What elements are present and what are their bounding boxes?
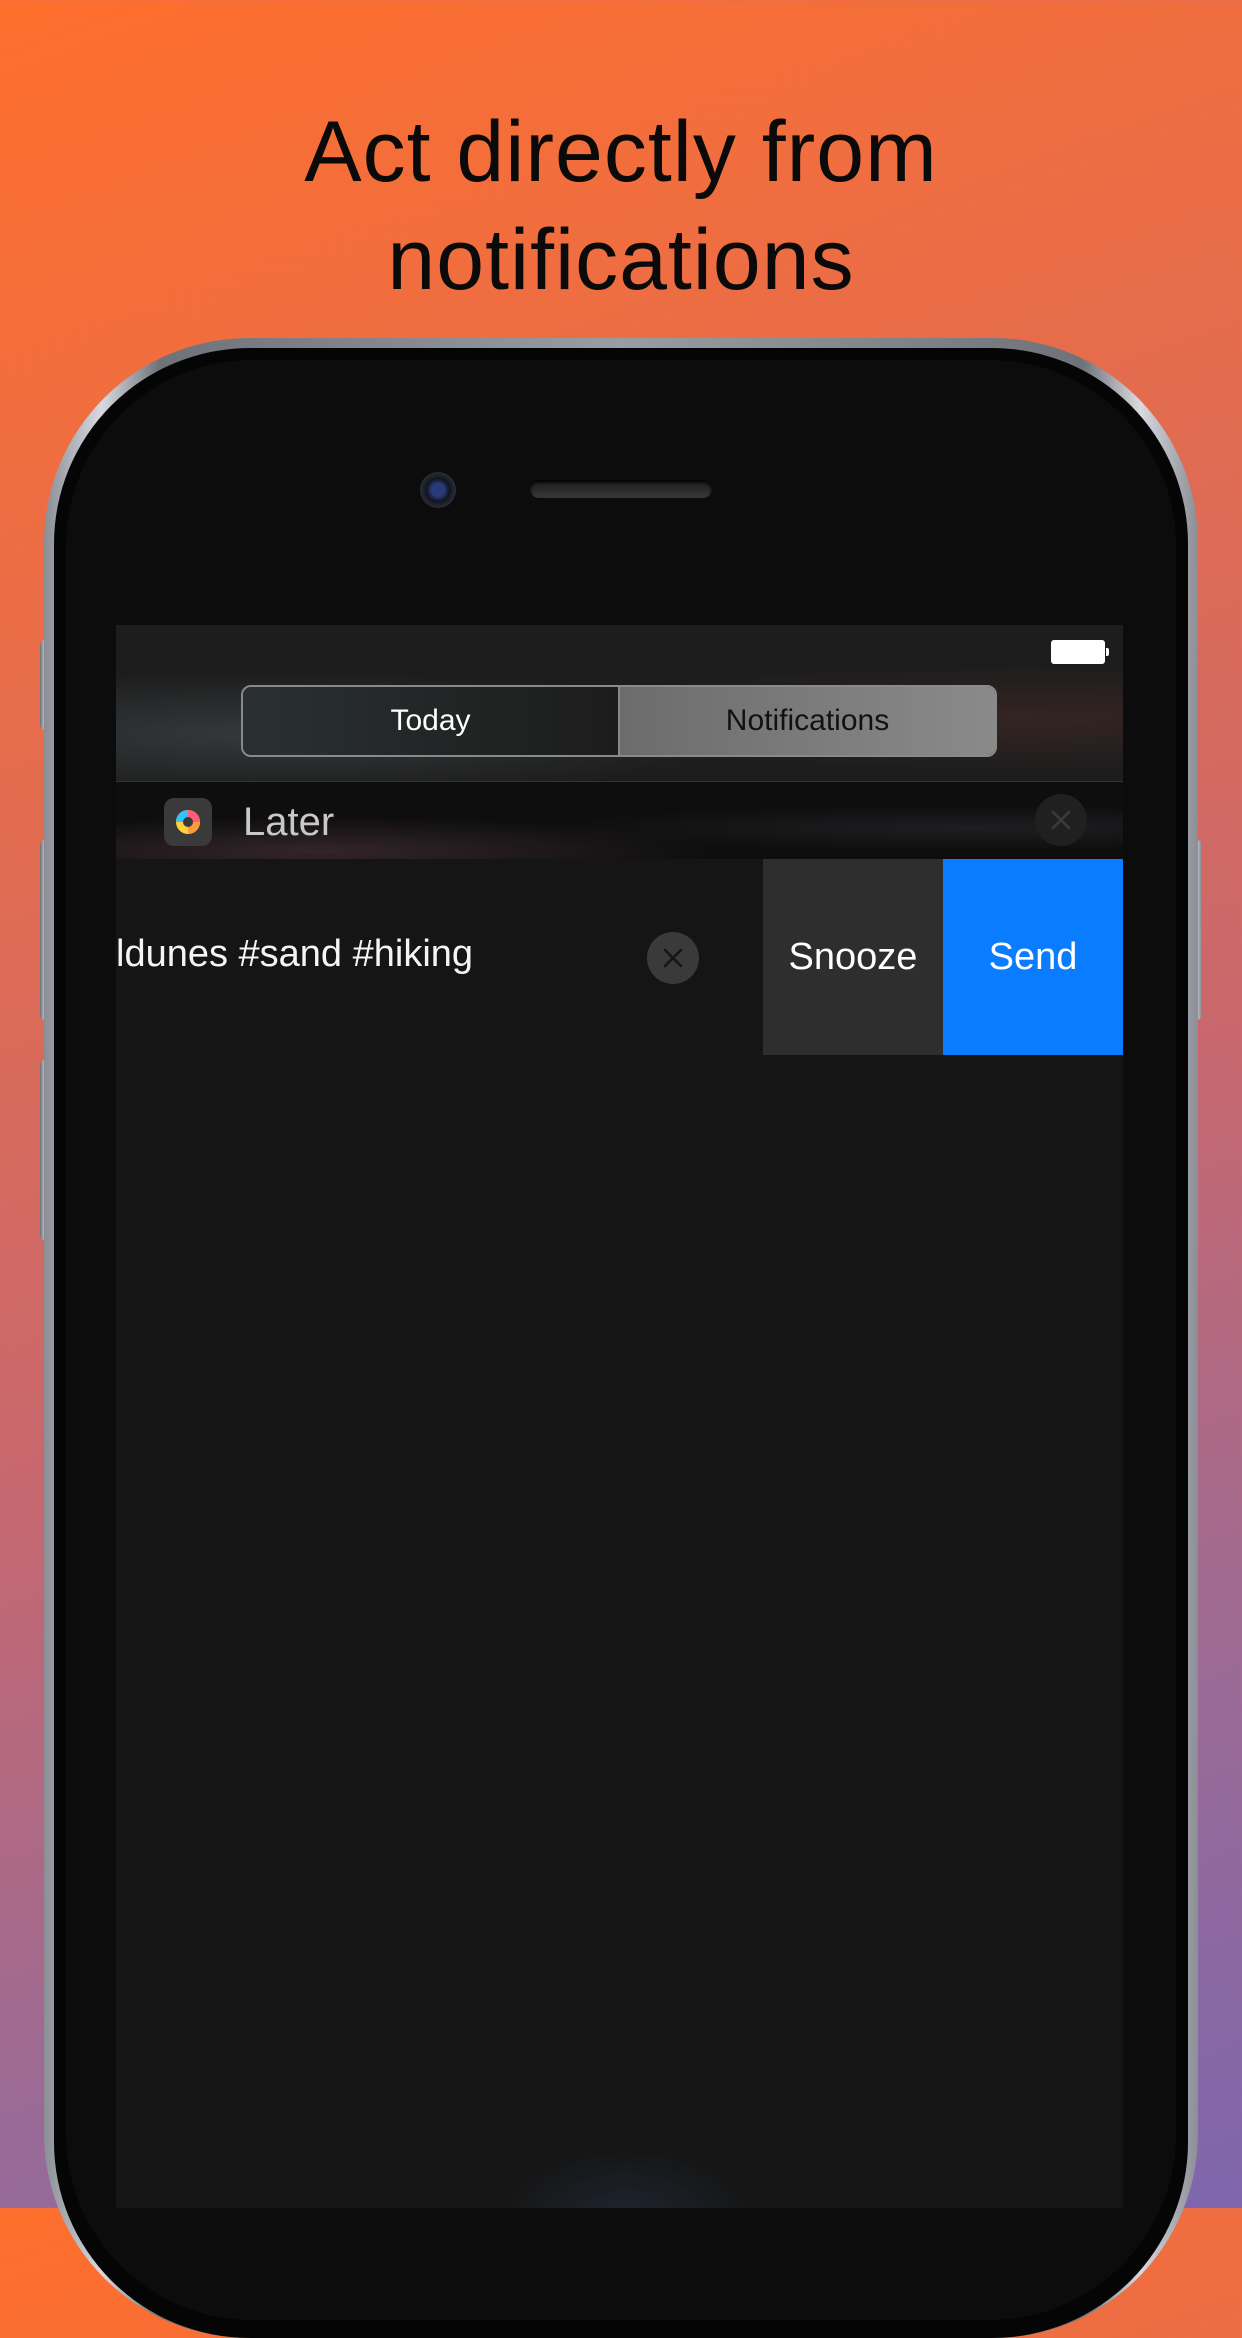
earpiece-speaker xyxy=(530,480,712,498)
tab-notifications[interactable]: Notifications xyxy=(620,687,995,755)
notification-group-header: Later xyxy=(116,782,1123,859)
notification-text: ldunes #sand #hiking xyxy=(116,933,474,975)
app-name: Later xyxy=(243,800,335,844)
notification-row[interactable]: ldunes #sand #hiking Snooze Send xyxy=(116,859,1123,1055)
phone-screen: Today Notifications Later ldunes #sand #… xyxy=(116,625,1123,2208)
headline-line-2: notifications xyxy=(387,212,855,308)
clear-group-button[interactable] xyxy=(1035,794,1087,846)
send-button[interactable]: Send xyxy=(943,859,1123,1055)
dismiss-notification-button[interactable] xyxy=(647,932,699,984)
headline-line-1: Act directly from xyxy=(304,104,938,200)
close-icon xyxy=(1051,810,1071,830)
front-camera xyxy=(420,472,456,508)
later-app-icon xyxy=(164,798,212,846)
tab-today[interactable]: Today xyxy=(243,687,620,755)
close-icon xyxy=(663,948,683,968)
snooze-button[interactable]: Snooze xyxy=(763,859,943,1055)
today-notifications-segmented-control: Today Notifications xyxy=(241,685,997,757)
battery-icon xyxy=(1051,640,1109,664)
status-bar xyxy=(116,625,1123,665)
notification-center-header: Today Notifications xyxy=(116,625,1123,782)
headline: Act directly from notifications xyxy=(0,98,1242,314)
screen-glow xyxy=(496,2145,756,2208)
